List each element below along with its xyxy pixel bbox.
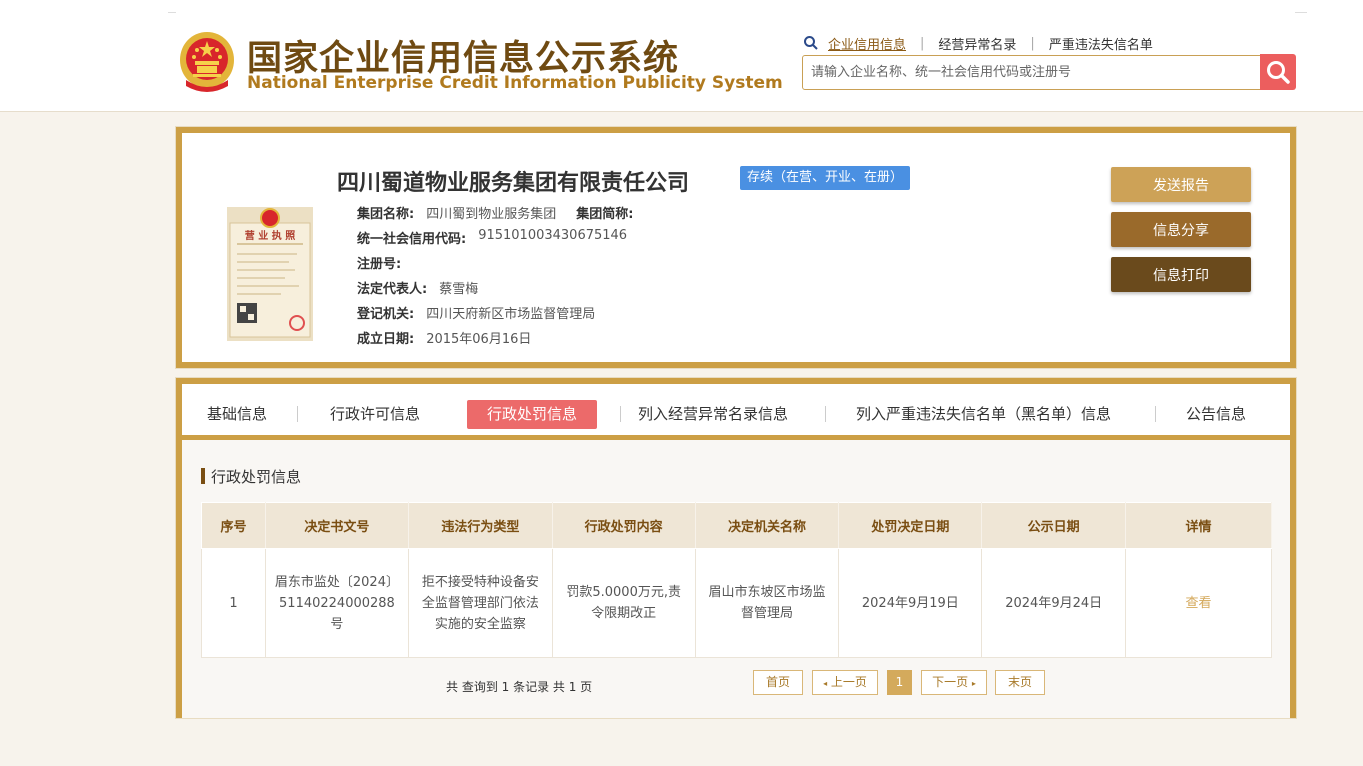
- header-divider: [1295, 12, 1307, 13]
- section-title-marker: [201, 468, 205, 484]
- penalty-section: 行政处罚信息 序号 决定书文号 违法行为类型 行政处罚内容 决定机关名称 处罚决…: [182, 440, 1290, 718]
- row-authority: 登记机关: 四川天府新区市场监督管理局: [357, 303, 595, 323]
- row-founded: 成立日期: 2015年06月16日: [357, 328, 531, 348]
- pager-prev-label: 上一页: [830, 675, 867, 689]
- search-button[interactable]: [1260, 54, 1296, 90]
- search-input[interactable]: [802, 55, 1261, 90]
- company-card: 营 业 执 照 四川蜀道物业服务集团有限责任公司 存续（在营、开业、在册） 集团…: [176, 127, 1296, 368]
- section-title: 行政处罚信息: [201, 467, 302, 486]
- nav-separator: |: [920, 35, 925, 51]
- nav-credit-info[interactable]: 企业信用信息: [828, 34, 906, 53]
- nav-separator: |: [1030, 35, 1035, 51]
- pager-last[interactable]: 末页: [995, 670, 1045, 695]
- info-panel: 基础信息 行政许可信息 行政处罚信息 列入经营异常名录信息 列入严重违法失信名单…: [176, 378, 1296, 718]
- tab-basic-info[interactable]: 基础信息: [207, 400, 267, 429]
- tab-separator: [825, 406, 826, 422]
- header-divider: [168, 12, 176, 13]
- row-legal-rep: 法定代表人: 蔡雪梅: [357, 278, 478, 298]
- nav-abnormal-list[interactable]: 经营异常名录: [938, 34, 1016, 53]
- share-button[interactable]: 信息分享: [1111, 212, 1251, 247]
- pager-first[interactable]: 首页: [753, 670, 803, 695]
- cell-penalty-content: 罚款5.0000万元,责令限期改正: [551, 548, 696, 658]
- status-badge: 存续（在营、开业、在册）: [740, 166, 911, 190]
- company-name: 四川蜀道物业服务集团有限责任公司: [337, 171, 690, 196]
- view-detail-link[interactable]: 查看: [1125, 548, 1272, 658]
- cell-authority: 眉山市东坡区市场监督管理局: [694, 548, 840, 658]
- col-header: 公示日期: [981, 502, 1127, 549]
- site-header: 国家企业信用信息公示系统 National Enterprise Credit …: [0, 0, 1363, 112]
- credit-code-label: 统一社会信用代码:: [357, 232, 467, 247]
- chevron-left-icon: ◂: [823, 679, 828, 688]
- reg-no-label: 注册号:: [357, 257, 402, 272]
- svg-text:营 业 执 照: 营 业 执 照: [245, 229, 295, 242]
- row-group-name: 集团名称: 四川蜀到物业服务集团 集团简称:: [357, 203, 633, 223]
- print-button[interactable]: 信息打印: [1111, 257, 1251, 292]
- table-row: 1 眉东市监处〔2024〕51140224000288号 拒不接受特种设备安全监…: [201, 548, 1272, 658]
- tab-blacklist[interactable]: 列入严重违法失信名单（黑名单）信息: [856, 400, 1111, 429]
- col-header: 行政处罚内容: [551, 502, 696, 549]
- group-name-label: 集团名称:: [357, 207, 415, 222]
- pager-next[interactable]: 下一页 ▸: [921, 670, 987, 695]
- tab-bar: 基础信息 行政许可信息 行政处罚信息 列入经营异常名录信息 列入严重违法失信名单…: [182, 384, 1290, 440]
- site-title-en: National Enterprise Credit Information P…: [247, 73, 783, 93]
- section-title-text: 行政处罚信息: [211, 467, 302, 486]
- group-abbr-label: 集团简称:: [576, 207, 634, 222]
- pager-summary: 共 查询到 1 条记录 共 1 页: [446, 680, 593, 694]
- col-header: 详情: [1125, 502, 1272, 549]
- nav-blacklist[interactable]: 严重违法失信名单: [1049, 34, 1153, 53]
- search-icon: [804, 36, 818, 50]
- magnifier-icon: [1267, 61, 1290, 84]
- cell-doc-no: 眉东市监处〔2024〕51140224000288号: [264, 548, 409, 658]
- national-emblem-icon: [180, 32, 234, 92]
- pager-prev[interactable]: ◂ 上一页: [812, 670, 878, 695]
- cell-violation-type: 拒不接受特种设备安全监督管理部门依法实施的安全监察: [407, 548, 553, 658]
- col-header: 序号: [201, 502, 266, 549]
- founded-label: 成立日期:: [357, 332, 415, 347]
- pager-next-label: 下一页: [932, 675, 969, 689]
- tab-separator: [1155, 406, 1156, 422]
- tab-abnormal-list[interactable]: 列入经营异常名录信息: [638, 400, 788, 429]
- row-reg-no: 注册号:: [357, 253, 401, 273]
- license-title: 营 业 执 照: [245, 229, 295, 242]
- founded-value: 2015年06月16日: [426, 332, 532, 347]
- tab-separator: [620, 406, 621, 422]
- col-header: 处罚决定日期: [838, 502, 983, 549]
- authority-value: 四川天府新区市场监督管理局: [426, 307, 596, 322]
- group-name-value: 四川蜀到物业服务集团: [426, 207, 557, 222]
- tab-announcement[interactable]: 公告信息: [1186, 400, 1246, 429]
- cell-publish-date: 2024年9月24日: [981, 548, 1127, 658]
- table-header-row: 序号 决定书文号 违法行为类型 行政处罚内容 决定机关名称 处罚决定日期 公示日…: [201, 502, 1272, 549]
- col-header: 决定书文号: [264, 502, 409, 549]
- legal-rep-value: 蔡雪梅: [439, 282, 479, 297]
- col-header: 违法行为类型: [407, 502, 553, 549]
- col-header: 决定机关名称: [694, 502, 840, 549]
- penalty-table: 序号 决定书文号 违法行为类型 行政处罚内容 决定机关名称 处罚决定日期 公示日…: [201, 502, 1272, 658]
- tab-penalty-info[interactable]: 行政处罚信息: [467, 400, 597, 429]
- tab-license-info[interactable]: 行政许可信息: [330, 400, 420, 429]
- authority-label: 登记机关:: [357, 307, 415, 322]
- chevron-right-icon: ▸: [971, 679, 976, 688]
- pager-current[interactable]: 1: [887, 670, 912, 695]
- cell-decision-date: 2024年9月19日: [838, 548, 983, 658]
- tab-separator: [297, 406, 298, 422]
- credit-code-value: 915101003430675146: [478, 228, 628, 243]
- row-credit-code: 统一社会信用代码: 915101003430675146: [357, 228, 627, 248]
- top-nav: 企业信用信息 | 经营异常名录 | 严重违法失信名单: [803, 33, 1153, 53]
- cell-no: 1: [201, 548, 266, 658]
- legal-rep-label: 法定代表人:: [357, 282, 428, 297]
- send-report-button[interactable]: 发送报告: [1111, 167, 1251, 202]
